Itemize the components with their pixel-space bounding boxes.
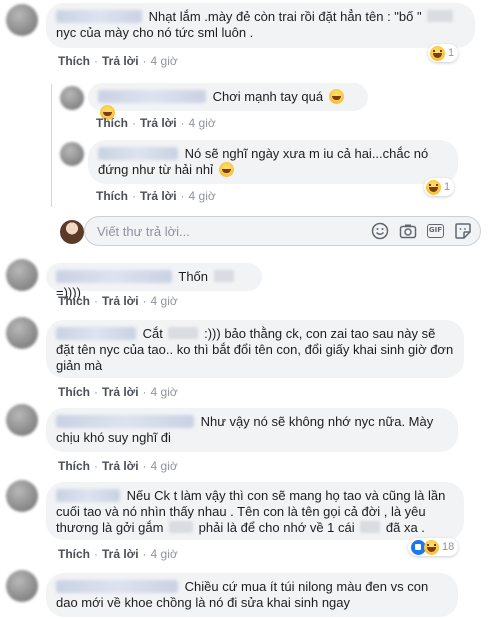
gif-icon[interactable]: GIF	[427, 224, 444, 238]
comment-actions: Thích · Trả lời · 4 giờ	[58, 54, 178, 68]
rofl-emoji-icon	[218, 162, 234, 177]
laughing-emoji-icon	[328, 89, 344, 104]
current-user-avatar[interactable]	[60, 220, 84, 244]
comment-actions: Thích · Trả lời · 4 giờ	[58, 547, 178, 561]
avatar[interactable]	[6, 4, 38, 36]
comment-bubble: Nó sẽ nghĩ ngày xưa m iu cả hai...chắc n…	[88, 140, 458, 184]
author-name[interactable]	[56, 580, 178, 593]
reaction-count: 1	[444, 181, 451, 193]
camera-icon[interactable]	[399, 222, 417, 240]
comment-text-3: đã xa .	[385, 520, 425, 535]
redacted-word	[168, 327, 199, 339]
avatar[interactable]	[6, 317, 38, 349]
reply-link[interactable]: Trả lời	[140, 189, 177, 203]
sticker-icon[interactable]	[454, 222, 472, 240]
redacted-word	[169, 521, 194, 533]
reply-input[interactable]: Viết thư trả lời... GIF	[84, 216, 481, 246]
author-name[interactable]	[56, 489, 120, 502]
comment-actions: Thích · Trả lời · 4 giờ	[96, 116, 216, 130]
timestamp[interactable]: 4 giờ	[189, 116, 216, 130]
like-link[interactable]: Thích	[58, 459, 90, 473]
reaction-summary[interactable]: 1	[424, 178, 455, 196]
author-name[interactable]	[98, 90, 206, 103]
reaction-summary[interactable]: 18	[408, 538, 459, 556]
author-name[interactable]	[56, 327, 136, 340]
like-link[interactable]: Thích	[96, 189, 128, 203]
author-name[interactable]	[56, 10, 142, 23]
author-name[interactable]	[98, 147, 178, 160]
comment-actions: Thích · Trả lời · 4 giờ	[96, 189, 216, 203]
comment-bubble: Cắt :))) bảo thằng ck, con zai tao sau n…	[46, 320, 464, 378]
timestamp[interactable]: 4 giờ	[189, 189, 216, 203]
like-link[interactable]: Thích	[58, 385, 90, 399]
avatar[interactable]	[6, 480, 38, 512]
comment-actions: Thích · Trả lời · 4 giờ	[58, 294, 178, 308]
comment-text-before: Thốn	[178, 269, 209, 284]
avatar[interactable]	[6, 259, 38, 291]
reaction-summary[interactable]: 1	[428, 44, 459, 62]
reply-link[interactable]: Trả lời	[102, 459, 139, 473]
timestamp[interactable]: 4 giờ	[151, 459, 178, 473]
timestamp[interactable]: 4 giờ	[151, 547, 178, 561]
comment-bubble: Như vậy nó sẽ không nhớ nyc nữa. Mày chị…	[46, 408, 458, 452]
comment-bubble: Chơi mạnh tay quá	[88, 83, 368, 120]
haha-icon	[426, 179, 441, 195]
comment-text-before: Nhạt lắm .mày đẻ còn trai rồi đặt hẳn tê…	[148, 9, 422, 24]
comment-text-after: nyc của mày cho nó tức sml luôn .	[56, 25, 254, 40]
author-name[interactable]	[56, 415, 194, 428]
comment-bubble: Nhạt lắm .mày đẻ còn trai rồi đặt hẳn tê…	[46, 3, 475, 48]
avatar[interactable]	[6, 570, 38, 602]
like-link[interactable]: Thích	[96, 116, 128, 130]
reply-toolbar: GIF	[371, 222, 472, 240]
comment-bubble: Chiều cứ mua ít túi nilong màu đen vs co…	[46, 573, 458, 617]
timestamp[interactable]: 4 giờ	[151, 294, 178, 308]
like-link[interactable]: Thích	[58, 294, 90, 308]
redacted-word	[360, 521, 381, 533]
reply-link[interactable]: Trả lời	[102, 294, 139, 308]
comment-bubble: Nếu Ck t làm vậy thì con sẽ mang họ tao …	[46, 482, 464, 540]
comment-text-2: phải là để cho nhớ về 1 cái	[198, 520, 355, 535]
reaction-count: 18	[442, 541, 455, 553]
reaction-count: 1	[448, 47, 455, 59]
reply-link[interactable]: Trả lời	[102, 54, 139, 68]
timestamp[interactable]: 4 giờ	[151, 385, 178, 399]
redacted-word	[427, 10, 454, 22]
timestamp[interactable]: 4 giờ	[151, 54, 178, 68]
comment-actions: Thích · Trả lời · 4 giờ	[58, 459, 178, 473]
avatar[interactable]	[6, 404, 38, 436]
reply-link[interactable]: Trả lời	[140, 116, 177, 130]
like-link[interactable]: Thích	[58, 547, 90, 561]
author-name[interactable]	[56, 270, 172, 283]
reply-placeholder: Viết thư trả lời...	[97, 224, 190, 239]
avatar[interactable]	[60, 86, 84, 110]
comment-text-before: Cắt	[142, 326, 163, 341]
haha-icon	[430, 45, 445, 61]
emoji-icon[interactable]	[371, 222, 389, 240]
comment-bubble: Thốn =))))	[46, 263, 262, 300]
reply-link[interactable]: Trả lời	[102, 385, 139, 399]
comment-actions: Thích · Trả lời · 4 giờ	[58, 385, 178, 399]
redacted-word	[213, 270, 234, 282]
like-link[interactable]: Thích	[58, 54, 90, 68]
haha-icon	[424, 539, 439, 555]
reply-link[interactable]: Trả lời	[102, 547, 139, 561]
reply-thread-line	[51, 84, 52, 207]
avatar[interactable]	[60, 142, 84, 166]
comment-text: Chơi mạnh tay quá	[212, 89, 324, 104]
